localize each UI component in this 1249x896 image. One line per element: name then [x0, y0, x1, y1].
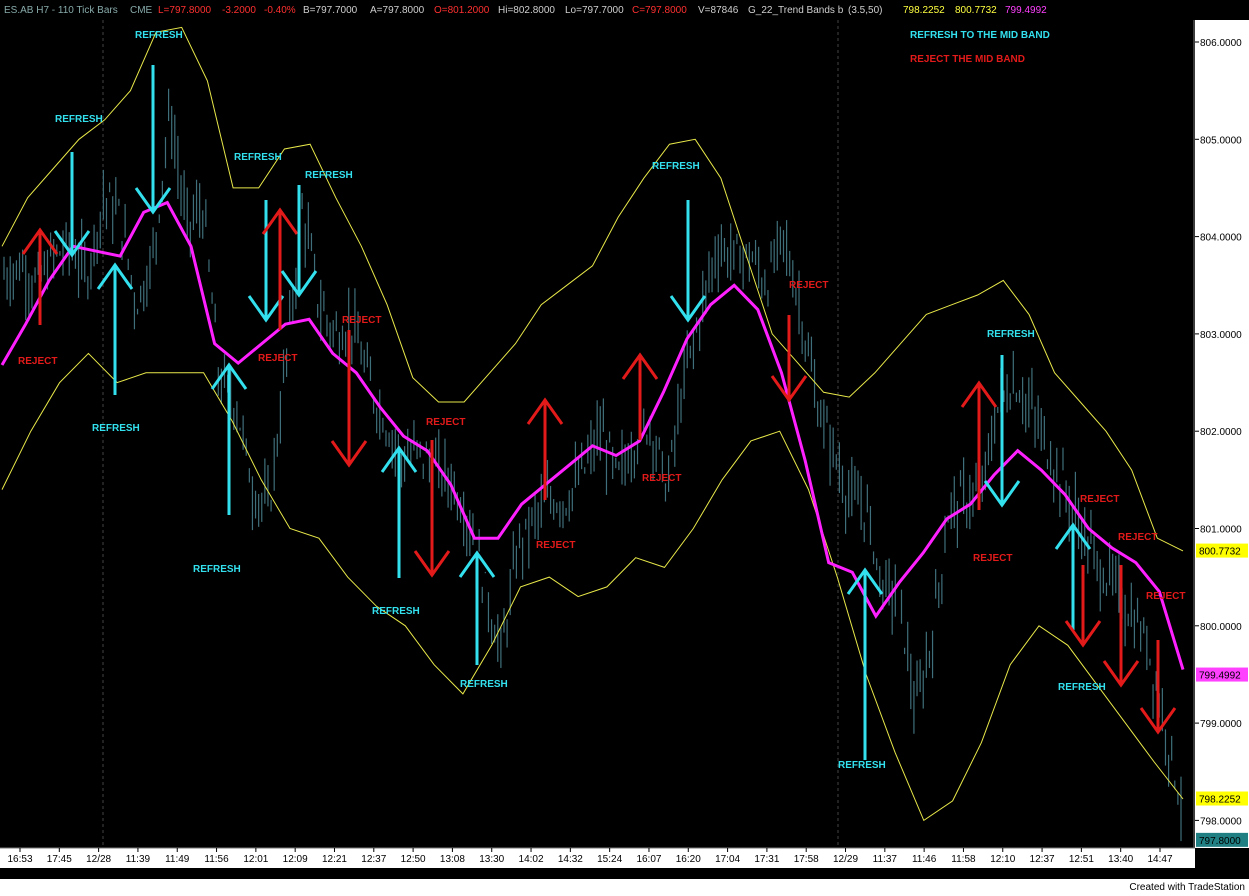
refresh-label: REFRESH: [1058, 682, 1106, 693]
x-tick-label: 11:39: [126, 854, 151, 865]
reject-label: REJECT: [426, 417, 465, 428]
price-tag-label: 800.7732: [1199, 547, 1241, 558]
x-tick-label: 12:10: [990, 854, 1015, 865]
reject-label: REJECT: [1118, 532, 1157, 543]
x-tick-label: 11:49: [165, 854, 190, 865]
x-tick-label: 12:01: [243, 854, 268, 865]
x-tick-label: 12/28: [86, 854, 111, 865]
x-tick-label: 17:45: [47, 854, 72, 865]
x-tick-label: 12:09: [283, 854, 308, 865]
refresh-label: REFRESH: [305, 170, 353, 181]
refresh-label: REFRESH: [652, 161, 700, 172]
y-tick-label: 805.0000: [1200, 135, 1242, 146]
refresh-label: REFRESH: [987, 329, 1035, 340]
header-value-3: 799.4992: [1005, 5, 1047, 16]
x-tick-label: 11:46: [912, 854, 937, 865]
price-tag-label: 798.2252: [1199, 795, 1241, 806]
reject-label: REJECT: [342, 315, 381, 326]
price-tag-label: 797.8000: [1199, 836, 1241, 847]
x-tick-label: 13:08: [440, 854, 465, 865]
header-study: G_22_Trend Bands b: [748, 5, 844, 16]
header-bid: B=797.7000: [303, 5, 358, 16]
reject-label: REJECT: [18, 356, 57, 367]
x-tick-label: 16:53: [7, 854, 32, 865]
header-symbol: ES.AB H7 - 110 Tick Bars: [4, 5, 118, 16]
x-tick-label: 12:21: [322, 854, 347, 865]
y-tick-label: 801.0000: [1200, 525, 1242, 536]
y-tick-label: 802.0000: [1200, 427, 1242, 438]
legend-reject: REJECT THE MID BAND: [910, 54, 1025, 65]
x-tick-label: 16:07: [636, 854, 661, 865]
refresh-label: REFRESH: [193, 564, 241, 575]
header-close: C=797.8000: [632, 5, 687, 16]
reject-label: REJECT: [1146, 591, 1185, 602]
x-tick-label: 17:58: [794, 854, 819, 865]
header-last: L=797.8000: [158, 5, 212, 16]
y-tick-label: 799.0000: [1200, 719, 1242, 730]
y-tick-label: 800.0000: [1200, 622, 1242, 633]
x-tick-label: 17:04: [715, 854, 740, 865]
header-pct: -0.40%: [264, 5, 296, 16]
x-tick-label: 11:37: [873, 854, 898, 865]
refresh-label: REFRESH: [460, 679, 508, 690]
x-tick-label: 12/29: [833, 854, 858, 865]
x-tick-label: 17:31: [754, 854, 779, 865]
footer-bar: Created with TradeStation: [0, 879, 1249, 896]
price-tag-label: 799.4992: [1199, 671, 1241, 682]
header-low: Lo=797.7000: [565, 5, 624, 16]
header-value-1: 798.2252: [903, 5, 945, 16]
x-tick-label: 13:40: [1108, 854, 1133, 865]
x-tick-label: 14:47: [1147, 854, 1172, 865]
legend-refresh: REFRESH TO THE MID BAND: [910, 30, 1050, 41]
x-tick-label: 12:50: [401, 854, 426, 865]
footer-credit: Created with TradeStation: [1129, 882, 1245, 893]
refresh-label: REFRESH: [55, 114, 103, 125]
reject-label: REJECT: [536, 540, 575, 551]
refresh-label: REFRESH: [838, 760, 886, 771]
reject-label: REJECT: [258, 353, 297, 364]
header-open: O=801.2000: [434, 5, 490, 16]
reject-label: REJECT: [642, 473, 681, 484]
x-tick-label: 14:02: [519, 854, 544, 865]
x-tick-label: 12:37: [1030, 854, 1055, 865]
header-change: -3.2000: [222, 5, 256, 16]
y-tick-label: 806.0000: [1200, 38, 1242, 49]
x-tick-label: 16:20: [676, 854, 701, 865]
x-tick-label: 12:51: [1069, 854, 1094, 865]
reject-label: REJECT: [789, 280, 828, 291]
reject-label: REJECT: [1080, 494, 1119, 505]
y-tick-label: 798.0000: [1200, 816, 1242, 827]
x-tick-label: 13:30: [479, 854, 504, 865]
price-chart: ES.AB H7 - 110 Tick Bars CME L=797.8000 …: [0, 0, 1249, 896]
x-tick-label: 11:56: [204, 854, 229, 865]
x-tick-label: 14:32: [558, 854, 583, 865]
y-tick-label: 803.0000: [1200, 330, 1242, 341]
x-tick-label: 11:58: [951, 854, 976, 865]
header-params: (3.5,50): [848, 5, 882, 16]
refresh-label: REFRESH: [135, 30, 183, 41]
refresh-label: REFRESH: [372, 606, 420, 617]
x-tick-label: 12:37: [361, 854, 386, 865]
header-high: Hi=802.8000: [498, 5, 555, 16]
header-volume: V=87846: [698, 5, 739, 16]
header-value-2: 800.7732: [955, 5, 997, 16]
x-tick-label: 15:24: [597, 854, 622, 865]
reject-label: REJECT: [973, 553, 1012, 564]
header-ask: A=797.8000: [370, 5, 425, 16]
header-exchange: CME: [130, 5, 153, 16]
refresh-label: REFRESH: [234, 152, 282, 163]
refresh-label: REFRESH: [92, 423, 140, 434]
y-tick-label: 804.0000: [1200, 233, 1242, 244]
